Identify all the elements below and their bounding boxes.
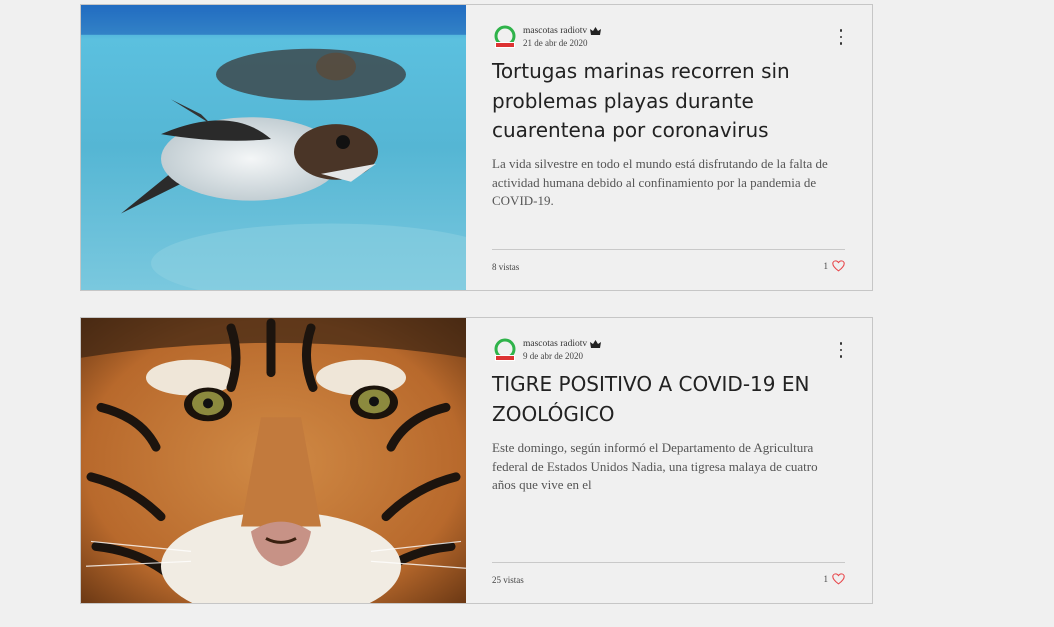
view-count: 25 vistas bbox=[492, 575, 524, 585]
post-body: mascotas radiotv 21 de abr de 2020 Tortu… bbox=[466, 5, 872, 290]
post-date: 21 de abr de 2020 bbox=[523, 38, 588, 48]
author-line: mascotas radiotv bbox=[523, 26, 602, 36]
author-name[interactable]: mascotas radiotv bbox=[523, 339, 587, 349]
blog-post-card[interactable]: mascotas radiotv 9 de abr de 2020 TIGRE … bbox=[80, 317, 873, 604]
author-avatar[interactable] bbox=[492, 25, 518, 51]
author-name[interactable]: mascotas radiotv bbox=[523, 26, 587, 36]
post-thumbnail-tiger[interactable] bbox=[81, 318, 466, 603]
crown-icon bbox=[590, 27, 602, 35]
like-count: 1 bbox=[823, 574, 829, 584]
crown-icon bbox=[590, 340, 602, 348]
divider bbox=[492, 249, 845, 250]
view-count: 8 vistas bbox=[492, 262, 520, 272]
heart-icon[interactable] bbox=[832, 573, 845, 585]
author-avatar[interactable] bbox=[492, 338, 518, 364]
like-count: 1 bbox=[823, 261, 829, 271]
post-title[interactable]: TIGRE POSITIVO A COVID-19 EN ZOOLÓGICO bbox=[492, 370, 832, 429]
post-excerpt: La vida silvestre en todo el mundo está … bbox=[492, 156, 828, 208]
author-line: mascotas radiotv bbox=[523, 339, 602, 349]
post-body: mascotas radiotv 9 de abr de 2020 TIGRE … bbox=[466, 318, 872, 603]
heart-icon[interactable] bbox=[832, 260, 845, 272]
more-vertical-icon[interactable] bbox=[836, 342, 846, 358]
post-date: 9 de abr de 2020 bbox=[523, 351, 583, 361]
post-excerpt: Este domingo, según informó el Departame… bbox=[492, 440, 818, 492]
post-title[interactable]: Tortugas marinas recorren sin problemas … bbox=[492, 57, 832, 146]
divider bbox=[492, 562, 845, 563]
post-thumbnail-turtle[interactable] bbox=[81, 5, 466, 290]
more-vertical-icon[interactable] bbox=[836, 29, 846, 45]
blog-post-card[interactable]: mascotas radiotv 21 de abr de 2020 Tortu… bbox=[80, 4, 873, 291]
like-button[interactable]: 1 bbox=[824, 573, 846, 585]
like-button[interactable]: 1 bbox=[824, 260, 846, 272]
